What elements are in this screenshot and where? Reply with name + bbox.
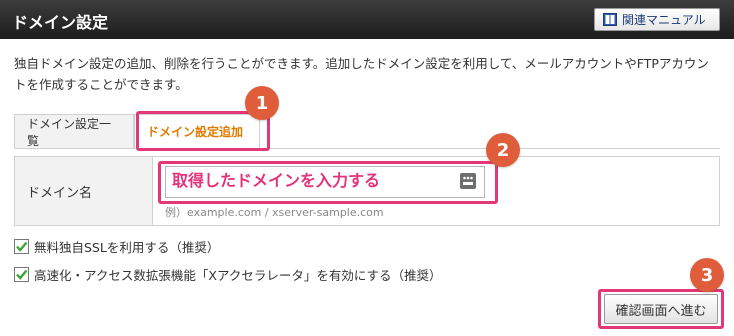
tab-domain-list[interactable]: ドメイン設定一覧 [14, 114, 134, 148]
step-badge-3: 3 [690, 258, 724, 292]
step-badge-1: 1 [245, 86, 279, 120]
step-badge-2: 2 [486, 133, 520, 167]
confirm-button[interactable]: 確認画面へ進む [604, 294, 718, 324]
ssl-option: 無料独自SSLを利用する（推奨） [14, 237, 219, 256]
book-icon [603, 13, 617, 26]
page-title: ドメイン設定 [12, 13, 109, 32]
tab-bar: ドメイン設定一覧 ドメイン設定追加 [14, 114, 260, 148]
tab-domain-add[interactable]: ドメイン設定追加 [134, 114, 260, 148]
accelerator-option-label: 高速化・アクセス数拡張機能「Xアクセラレータ」を有効にする（推奨） [34, 268, 442, 283]
page-header: ドメイン設定 関連マニュアル [0, 0, 734, 39]
input-helper-icon[interactable] [459, 172, 477, 190]
tab-divider [14, 148, 720, 149]
accelerator-checkbox[interactable] [14, 267, 29, 282]
domain-example-text: 例）example.com / xserver-sample.com [165, 206, 384, 219]
domain-form: ドメイン名 例）example.com / xserver-sample.com [14, 156, 720, 226]
domain-field-cell: 例）example.com / xserver-sample.com [153, 157, 719, 225]
page-description: 独自ドメイン設定の追加、削除を行うことができます。追加したドメイン設定を利用して… [14, 56, 709, 92]
domain-input[interactable] [165, 166, 485, 198]
ssl-checkbox[interactable] [14, 239, 29, 254]
domain-field-label: ドメイン名 [15, 157, 153, 225]
manual-button[interactable]: 関連マニュアル [594, 8, 720, 31]
accelerator-option: 高速化・アクセス数拡張機能「Xアクセラレータ」を有効にする（推奨） [14, 265, 441, 284]
ssl-option-label: 無料独自SSLを利用する（推奨） [34, 240, 220, 255]
manual-button-label: 関連マニュアル [622, 13, 706, 27]
